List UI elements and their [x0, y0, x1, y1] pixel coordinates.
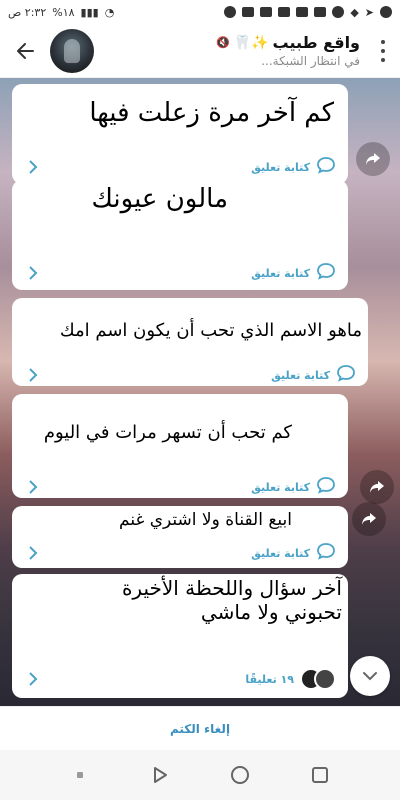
chevron-right-icon: [24, 158, 42, 176]
channel-title-row: واقع طبيب ✨🦷 🔇: [94, 33, 360, 52]
status-bar: ٢:٣٢ ص %١٨ ▮▮▮ ◔ ◆ ➤: [0, 0, 400, 24]
comments-count: ١٩ تعليقًا: [245, 672, 294, 686]
comment-action[interactable]: كتابة تعليق: [251, 476, 336, 498]
comment-row[interactable]: كتابة تعليق: [12, 154, 348, 180]
channel-title: واقع طبيب: [272, 33, 360, 52]
message-bubble[interactable]: كم تحب أن تسهر مرات في اليوم كتابة تعليق: [12, 394, 348, 498]
message-bubble[interactable]: كم آخر مرة زعلت فيها كتابة تعليق: [12, 84, 348, 184]
chevron-right-icon: [24, 478, 42, 496]
commenter-avatars: [300, 668, 336, 690]
comment-bubble-icon: [316, 476, 336, 498]
chevron-right-icon: [24, 670, 42, 688]
comment-bubble-icon: [336, 364, 356, 386]
unmute-button[interactable]: إلغاء الكتم: [170, 722, 230, 736]
message-text: آخر سؤال واللحظة الأخيرة تحبوني ولا ماشي: [121, 576, 342, 624]
comment-action[interactable]: كتابة تعليق: [251, 156, 336, 178]
notification-icon: [224, 6, 237, 18]
message-text: مالون عيونك: [91, 184, 229, 214]
message-bubble[interactable]: ابيع القناة ولا اشتري غنم كتابة تعليق: [12, 506, 348, 568]
comments-count-row[interactable]: ١٩ تعليقًا: [12, 666, 348, 692]
clock-time: ٢:٣٢ ص: [8, 5, 47, 19]
youtube-icon-3: [314, 7, 327, 17]
channel-avatar[interactable]: [50, 28, 94, 73]
nav-home-icon[interactable]: [226, 761, 254, 789]
commenter-avatar: [314, 668, 336, 690]
comment-row[interactable]: كتابة تعليق: [12, 474, 348, 500]
comment-label: كتابة تعليق: [251, 480, 310, 494]
chevron-right-icon: [24, 264, 42, 282]
share-button[interactable]: [352, 502, 386, 536]
comment-row[interactable]: كتابة تعليق: [12, 260, 348, 286]
chat-area[interactable]: كم آخر مرة زعلت فيها كتابة تعليق مالون ع…: [0, 78, 400, 706]
battery-percent: %١٨: [52, 5, 75, 19]
message-bubble[interactable]: آخر سؤال واللحظة الأخيرة تحبوني ولا ماشي…: [12, 574, 348, 698]
mail-icon: [260, 7, 273, 17]
youtube-icon: [278, 7, 291, 17]
comment-label: كتابة تعليق: [251, 266, 310, 280]
more-options-icon[interactable]: [380, 40, 386, 62]
comment-label: كتابة تعليق: [251, 160, 310, 174]
chevron-right-icon: [24, 366, 42, 384]
nav-recents-icon[interactable]: [306, 761, 334, 789]
channel-header: واقع طبيب ✨🦷 🔇 في انتظار الشبكة...: [0, 24, 400, 78]
comment-action[interactable]: كتابة تعليق: [251, 262, 336, 284]
notification-dot-icon: [66, 761, 94, 789]
comment-label: كتابة تعليق: [271, 368, 330, 382]
message-text: ماهو الاسم الذي تحب أن يكون اسم امك: [59, 320, 362, 341]
share-button[interactable]: [356, 142, 390, 176]
mute-icon: 🔇: [215, 36, 230, 49]
channel-title-block[interactable]: واقع طبيب ✨🦷 🔇 في انتظار الشبكة...: [94, 33, 390, 68]
status-left: ٢:٣٢ ص %١٨ ▮▮▮ ◔: [8, 7, 114, 18]
comment-label: كتابة تعليق: [251, 546, 310, 560]
channel-status: في انتظار الشبكة...: [261, 54, 360, 68]
title-emoji: ✨🦷: [233, 34, 269, 51]
share-button[interactable]: [360, 470, 394, 504]
comment-row[interactable]: كتابة تعليق: [12, 362, 368, 388]
message-text: ابيع القناة ولا اشتري غنم: [119, 510, 292, 530]
scroll-down-button[interactable]: [350, 656, 390, 696]
comment-bubble-icon: [316, 262, 336, 284]
pin-icon: ◆: [350, 5, 359, 19]
wifi-icon: ◔: [104, 5, 115, 19]
nav-back-icon[interactable]: [146, 761, 174, 789]
system-nav-bar: [0, 750, 400, 800]
unmute-bar[interactable]: إلغاء الكتم: [0, 706, 400, 750]
signal-icon: ▮▮▮: [80, 5, 99, 19]
youtube-icon-2: [296, 7, 309, 17]
back-arrow-icon[interactable]: [10, 36, 40, 66]
messenger-icon: [332, 6, 345, 18]
comment-action[interactable]: كتابة تعليق: [251, 542, 336, 564]
comment-bubble-icon: [316, 542, 336, 564]
comment-action[interactable]: كتابة تعليق: [271, 364, 356, 386]
chevron-right-icon: [24, 544, 42, 562]
telegram-icon: ➤: [364, 5, 374, 19]
message-text: كم تحب أن تسهر مرات في اليوم: [43, 422, 292, 443]
message-bubble[interactable]: ماهو الاسم الذي تحب أن يكون اسم امك كتاب…: [12, 298, 368, 386]
message-text: كم آخر مرة زعلت فيها: [89, 98, 334, 128]
notification-icons: ◆ ➤: [224, 6, 392, 18]
comments-summary[interactable]: ١٩ تعليقًا: [245, 668, 336, 690]
gallery-icon: [242, 7, 255, 17]
comment-row[interactable]: كتابة تعليق: [12, 540, 348, 566]
facebook-icon: [380, 6, 392, 18]
message-bubble[interactable]: مالون عيونك كتابة تعليق: [12, 180, 348, 290]
comment-bubble-icon: [316, 156, 336, 178]
